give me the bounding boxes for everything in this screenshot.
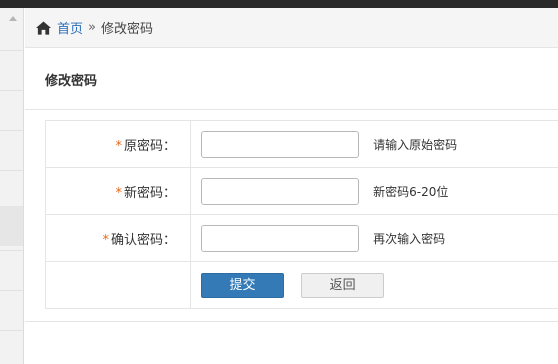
sidebar-item-active[interactable] <box>0 206 23 246</box>
required-mark: * <box>115 185 122 201</box>
breadcrumb-separator: » <box>88 20 96 35</box>
confirm-password-input[interactable] <box>201 224 359 252</box>
sidebar-divider <box>0 330 23 331</box>
confirm-password-hint: 再次输入密码 <box>373 231 446 246</box>
form-row-actions: 提交 返回 <box>45 261 558 309</box>
old-password-label: * 原密码： <box>45 120 191 168</box>
new-password-label-text: 新密码： <box>123 185 176 201</box>
sidebar-divider <box>0 50 23 51</box>
sidebar-collapse-arrow-icon[interactable] <box>9 16 17 21</box>
new-password-label: * 新密码： <box>45 167 191 215</box>
sidebar-divider <box>0 130 23 131</box>
new-password-field-cell: 新密码6-20位 <box>190 167 558 215</box>
sidebar <box>0 8 24 364</box>
page-title: 修改密码 <box>45 74 98 89</box>
confirm-password-label-text: 确认密码： <box>110 232 176 248</box>
confirm-password-label: * 确认密码： <box>45 214 191 262</box>
form-row-confirm-password: * 确认密码： 再次输入密码 <box>45 214 558 262</box>
actions-label-cell <box>45 261 191 309</box>
submit-button[interactable]: 提交 <box>201 272 284 298</box>
breadcrumb: 首页 » 修改密码 <box>25 8 558 48</box>
new-password-input[interactable] <box>201 177 359 205</box>
required-mark: * <box>102 232 109 248</box>
breadcrumb-current: 修改密码 <box>100 22 153 37</box>
actions-cell: 提交 返回 <box>190 261 558 309</box>
old-password-hint: 请输入原始密码 <box>373 137 458 152</box>
back-button[interactable]: 返回 <box>301 272 385 298</box>
old-password-input[interactable] <box>201 130 359 158</box>
panel-header: 修改密码 <box>25 49 558 110</box>
breadcrumb-home-link[interactable]: 首页 <box>57 18 83 37</box>
required-mark: * <box>115 138 122 154</box>
home-icon[interactable] <box>36 20 51 35</box>
old-password-field-cell: 请输入原始密码 <box>190 120 558 168</box>
old-password-label-text: 原密码： <box>123 138 176 154</box>
form-table: * 原密码： 请输入原始密码 * 新密码： 新密码6-20位 * 确认密码： 再次输入… <box>45 120 558 309</box>
form-row-new-password: * 新密码： 新密码6-20位 <box>45 167 558 215</box>
sidebar-divider <box>0 250 23 251</box>
change-password-form: * 原密码： 请输入原始密码 * 新密码： 新密码6-20位 * 确认密码： 再次输入… <box>25 110 558 322</box>
confirm-password-field-cell: 再次输入密码 <box>190 214 558 262</box>
top-bar <box>0 0 558 8</box>
sidebar-divider <box>0 90 23 91</box>
form-row-old-password: * 原密码： 请输入原始密码 <box>45 120 558 168</box>
new-password-hint: 新密码6-20位 <box>373 184 449 199</box>
sidebar-divider <box>0 170 23 171</box>
sidebar-divider <box>0 290 23 291</box>
